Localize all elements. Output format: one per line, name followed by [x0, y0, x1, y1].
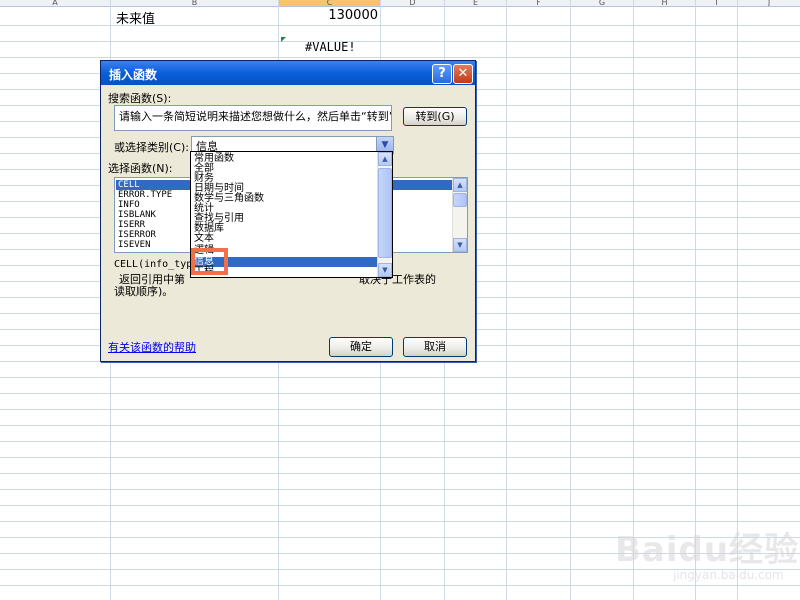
grid-line [0, 425, 800, 426]
grid-line [0, 393, 800, 394]
close-icon: ✕ [457, 66, 469, 81]
function-help-link[interactable]: 有关该函数的帮助 [108, 339, 196, 355]
grid-line [737, 0, 738, 600]
annotation-highlight-box [191, 248, 228, 275]
function-list-label: 选择函数(N): [108, 162, 173, 175]
column-header-f[interactable]: F [507, 0, 571, 7]
function-list-scrollbar[interactable]: ▲ ▼ [452, 178, 467, 252]
watermark-logo: Baidu经验 [615, 530, 800, 570]
cell-c3-value[interactable]: #VALUE! [305, 40, 356, 54]
grid-line [0, 489, 800, 490]
dialog-titlebar[interactable]: 插入函数 ? ✕ [101, 61, 475, 85]
grid-line [0, 41, 800, 42]
scrollbar-thumb[interactable] [453, 193, 467, 207]
list-item[interactable]: ISERR [118, 220, 145, 230]
function-description-line2: 读取顺序)。 [114, 285, 174, 298]
cancel-button[interactable]: 取消 [403, 337, 467, 357]
list-item[interactable]: ISEVEN [118, 240, 151, 250]
dialog-title: 插入函数 [109, 68, 158, 82]
close-button[interactable]: ✕ [453, 64, 473, 84]
grid-line [0, 441, 800, 442]
dropdown-scrollbar[interactable]: ▲ ▼ [377, 152, 392, 277]
grid-line [570, 0, 571, 600]
cell-c1-value[interactable]: 130000 [312, 8, 378, 23]
column-header-b[interactable]: B [111, 0, 279, 7]
goto-button[interactable]: 转到(G) [403, 107, 467, 126]
list-item[interactable]: ERROR.TYPE [118, 190, 172, 200]
error-indicator-icon[interactable] [281, 37, 286, 42]
watermark: Baidu经验 jingyan.baidu.com [615, 512, 798, 592]
dropdown-item[interactable]: 文本 [194, 234, 214, 244]
grid-line [0, 409, 800, 410]
column-header-j[interactable]: J [738, 0, 800, 7]
help-button[interactable]: ? [432, 64, 452, 84]
search-input[interactable]: 请输入一条简短说明来描述您想做什么，然后单击“转到” [114, 105, 392, 131]
watermark-url: jingyan.baidu.com [673, 568, 784, 582]
grid-line [633, 0, 634, 600]
ok-button[interactable]: 确定 [329, 337, 393, 357]
scroll-down-icon[interactable]: ▼ [453, 238, 467, 252]
grid-line [0, 473, 800, 474]
column-header-h[interactable]: H [634, 0, 696, 7]
column-header-a[interactable]: A [0, 0, 111, 7]
cell-b1-label[interactable]: 未来值 [116, 8, 155, 27]
scroll-up-icon[interactable]: ▲ [378, 152, 392, 166]
scrollbar-thumb[interactable] [378, 168, 392, 258]
grid-line [0, 457, 800, 458]
column-header-c[interactable]: C [279, 0, 381, 7]
grid-line [0, 505, 800, 506]
help-icon: ? [438, 66, 446, 81]
grid-line [506, 0, 507, 600]
grid-line [695, 0, 696, 600]
category-label: 或选择类别(C): [114, 141, 189, 154]
list-item[interactable]: ISBLANK [118, 210, 156, 220]
scroll-up-icon[interactable]: ▲ [453, 178, 467, 192]
column-header-d[interactable]: D [381, 0, 445, 7]
function-signature: CELL(info_typ [114, 259, 193, 270]
search-label: 搜索函数(S): [108, 92, 172, 105]
grid-line [0, 57, 800, 58]
scroll-down-icon[interactable]: ▼ [378, 263, 392, 277]
list-item[interactable]: INFO [118, 200, 140, 210]
column-header-g[interactable]: G [571, 0, 634, 7]
column-header-e[interactable]: E [445, 0, 507, 7]
column-header-i[interactable]: I [696, 0, 738, 7]
grid-line [0, 377, 800, 378]
list-item[interactable]: ISERROR [118, 230, 156, 240]
